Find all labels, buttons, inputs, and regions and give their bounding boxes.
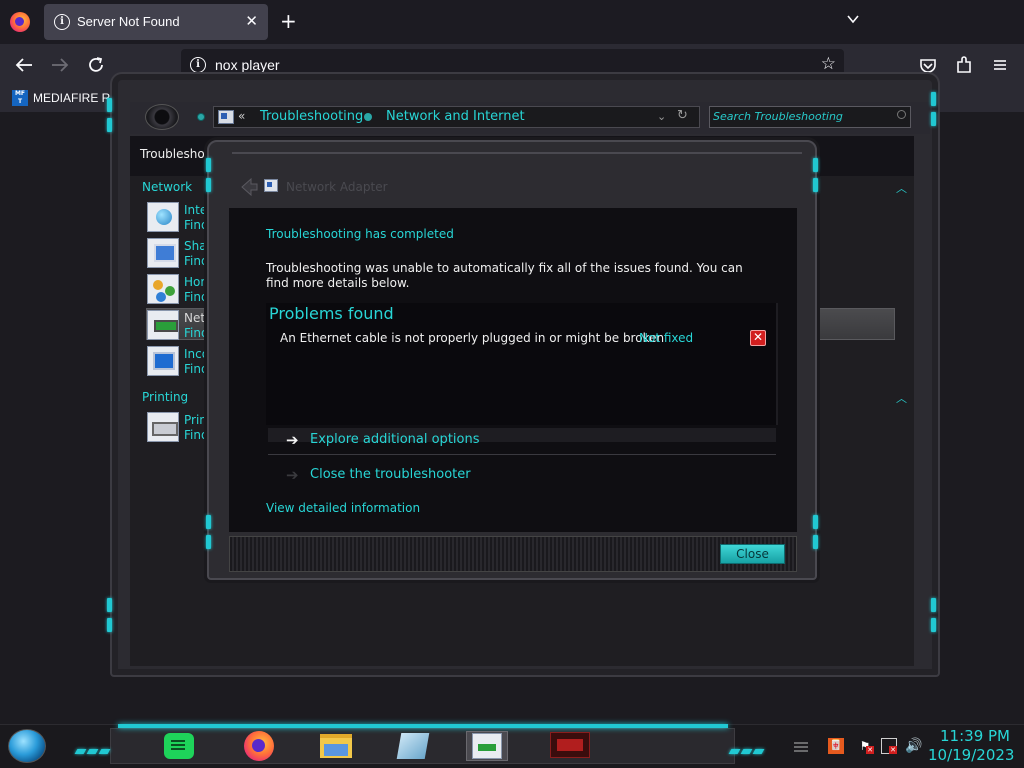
window-header-title: Troubleshoo: [140, 147, 213, 161]
problem-status: Not fixed: [639, 331, 694, 345]
address-bar[interactable]: « Troubleshooting Network and Internet ⌄…: [213, 106, 700, 128]
problem-text: An Ethernet cable is not properly plugge…: [280, 331, 665, 345]
search-box[interactable]: Search Troubleshooting: [709, 106, 911, 128]
browser-tab[interactable]: i Server Not Found ✕: [44, 4, 268, 40]
section-network: Network: [142, 180, 193, 194]
item-sub[interactable]: Find: [184, 254, 209, 268]
led-decoration: [813, 158, 818, 172]
printer-icon[interactable]: [147, 412, 179, 442]
refresh-icon[interactable]: ↻: [677, 108, 688, 123]
dialog-footer: [229, 536, 797, 572]
bookmark-star-icon[interactable]: ☆: [821, 54, 836, 74]
collapse-network-icon[interactable]: ︿: [896, 180, 907, 196]
led-decoration: [107, 618, 112, 632]
nav-dot-icon: [197, 113, 205, 121]
arrow-right-icon: ➔: [286, 431, 299, 449]
chevron-down-icon[interactable]: ⌄: [657, 110, 666, 123]
led-decoration: [728, 739, 766, 754]
led-decoration: [931, 92, 936, 106]
led-decoration: [931, 112, 936, 126]
item-sub[interactable]: Find: [184, 362, 209, 376]
control-panel-icon: [218, 110, 234, 124]
menu-hamburger-icon[interactable]: [989, 54, 1011, 76]
back-arrow-icon[interactable]: [13, 54, 35, 76]
view-details-link[interactable]: View detailed information: [266, 501, 420, 515]
led-decoration: [107, 118, 112, 132]
forward-arrow-icon[interactable]: [49, 54, 71, 76]
led-decoration: [74, 739, 112, 754]
breadcrumb-separator-icon: [364, 113, 372, 121]
dialog-header-title: Network Adapter: [286, 180, 388, 194]
shared-folders-icon[interactable]: [147, 238, 179, 268]
clock-time[interactable]: 11:39 PM: [938, 727, 1010, 745]
led-decoration: [206, 178, 211, 192]
led-decoration: [206, 515, 211, 529]
mediafire-bookmark-icon[interactable]: MF T: [12, 90, 28, 106]
search-icon[interactable]: [897, 110, 906, 119]
status-heading: Troubleshooting has completed: [266, 227, 454, 241]
led-decoration: [813, 535, 818, 549]
show-desktop-icon[interactable]: [793, 738, 809, 754]
info-icon: i: [54, 14, 70, 30]
explore-options-link[interactable]: Explore additional options: [310, 432, 480, 447]
item-sub[interactable]: Find: [184, 428, 209, 442]
led-decoration: [206, 535, 211, 549]
led-decoration: [813, 178, 818, 192]
homegroup-icon[interactable]: [147, 274, 179, 304]
spotify-icon[interactable]: [164, 733, 194, 759]
alert-x-icon: ✕: [866, 746, 874, 754]
close-troubleshooter-link[interactable]: Close the troubleshooter: [310, 467, 471, 482]
language-icon[interactable]: 🀄: [828, 738, 844, 754]
arrow-right-icon: ➔: [286, 466, 299, 484]
breadcrumb-troubleshooting[interactable]: Troubleshooting: [260, 109, 363, 124]
tab-title: Server Not Found: [77, 14, 180, 29]
incoming-connections-icon[interactable]: [147, 346, 179, 376]
extensions-icon[interactable]: [953, 54, 975, 76]
taskbar-glow: [118, 724, 728, 728]
url-text[interactable]: nox player: [215, 57, 280, 73]
section-printing: Printing: [142, 390, 189, 404]
breadcrumb-overflow-icon[interactable]: «: [238, 109, 245, 123]
item-sub[interactable]: Find: [184, 290, 209, 304]
file-explorer-icon[interactable]: [320, 734, 352, 758]
nav-orb-button[interactable]: [145, 104, 179, 130]
firefox-taskbar-icon[interactable]: [244, 731, 274, 761]
notes-app-icon[interactable]: [396, 733, 430, 759]
led-decoration: [813, 515, 818, 529]
network-troubleshooter-taskbar-icon[interactable]: [472, 733, 502, 759]
item-sub[interactable]: Find: [184, 326, 209, 340]
network-adapter-icon[interactable]: [147, 310, 179, 340]
result-description: Troubleshooting was unable to automatica…: [266, 261, 743, 290]
tab-close-icon[interactable]: ✕: [245, 12, 258, 30]
start-button-icon[interactable]: [8, 729, 46, 763]
problems-title: Problems found: [269, 304, 394, 323]
reload-icon[interactable]: [85, 54, 107, 76]
site-info-icon[interactable]: i: [190, 57, 206, 73]
led-decoration: [107, 98, 112, 112]
dialog-titlebar: [232, 142, 802, 154]
firefox-logo-icon[interactable]: [10, 12, 30, 32]
back-arrow-icon[interactable]: [238, 176, 260, 198]
collapse-printing-icon[interactable]: ︿: [896, 390, 907, 406]
alert-x-icon: ✕: [889, 746, 897, 754]
not-fixed-x-icon: ✕: [750, 330, 766, 346]
divider: [268, 454, 776, 455]
game-app-icon[interactable]: [550, 732, 590, 758]
clock-date[interactable]: 10/19/2023: [928, 746, 1014, 764]
breadcrumb-network-internet[interactable]: Network and Internet: [386, 109, 525, 124]
search-placeholder: Search Troubleshooting: [713, 110, 843, 123]
volume-icon[interactable]: 🔊: [905, 738, 922, 754]
led-decoration: [107, 598, 112, 612]
led-decoration: [931, 598, 936, 612]
internet-connections-icon[interactable]: [147, 202, 179, 232]
network-adapter-small-icon: [264, 179, 278, 192]
list-all-tabs-icon[interactable]: [846, 12, 860, 26]
new-tab-button[interactable]: +: [280, 9, 297, 33]
led-decoration: [206, 158, 211, 172]
browser-tab-bar: i Server Not Found ✕ +: [0, 0, 1024, 44]
close-button[interactable]: Close: [720, 544, 785, 564]
led-decoration: [931, 618, 936, 632]
item-sub[interactable]: Find: [184, 218, 209, 232]
